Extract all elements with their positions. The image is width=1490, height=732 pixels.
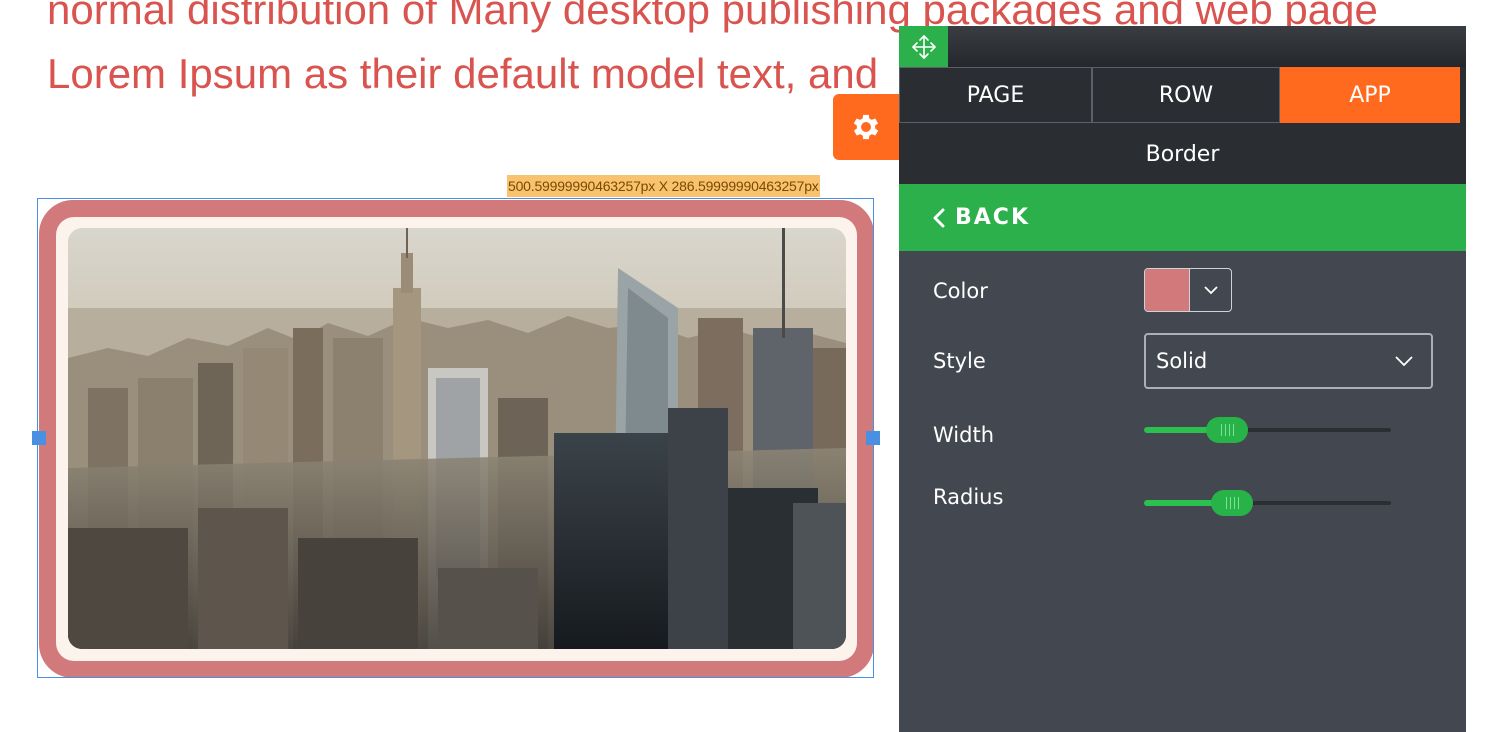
tab-row[interactable]: ROW — [1092, 67, 1280, 123]
border-radius-slider[interactable] — [1144, 488, 1391, 518]
resize-handle-left[interactable] — [32, 431, 46, 445]
settings-panel: PAGE ROW APP Border BACK Color Style Sol… — [899, 26, 1466, 732]
tab-page[interactable]: PAGE — [899, 67, 1092, 123]
chevron-down-icon — [1395, 356, 1413, 366]
color-swatch[interactable] — [1145, 269, 1189, 311]
chevron-down-icon — [1203, 285, 1218, 294]
tab-app[interactable]: APP — [1280, 67, 1460, 123]
section-title: Border — [899, 125, 1466, 184]
chevron-left-icon — [933, 208, 945, 228]
color-label: Color — [933, 279, 988, 303]
border-style-select[interactable]: Solid — [1144, 333, 1433, 389]
color-dropdown-toggle[interactable] — [1189, 269, 1231, 311]
element-settings-button[interactable] — [833, 94, 899, 160]
back-button[interactable]: BACK — [899, 184, 1466, 251]
border-style-value: Solid — [1156, 349, 1208, 373]
panel-title-bar[interactable] — [899, 26, 1466, 67]
back-label: BACK — [955, 205, 1030, 230]
border-width-slider[interactable] — [1144, 415, 1391, 445]
move-arrows-icon — [911, 34, 936, 59]
selection-outline — [37, 198, 874, 678]
gear-icon — [853, 114, 879, 140]
element-size-label: 500.59999990463257px X 286.5999999046325… — [507, 175, 820, 197]
border-color-picker[interactable] — [1144, 268, 1232, 312]
panel-tabs: PAGE ROW APP — [899, 67, 1466, 125]
slider-knob[interactable] — [1211, 490, 1253, 516]
width-label: Width — [933, 423, 995, 447]
resize-handle-right[interactable] — [866, 431, 880, 445]
radius-label: Radius — [933, 485, 1004, 509]
style-label: Style — [933, 349, 986, 373]
slider-knob[interactable] — [1206, 417, 1248, 443]
panel-move-handle[interactable] — [899, 26, 948, 67]
